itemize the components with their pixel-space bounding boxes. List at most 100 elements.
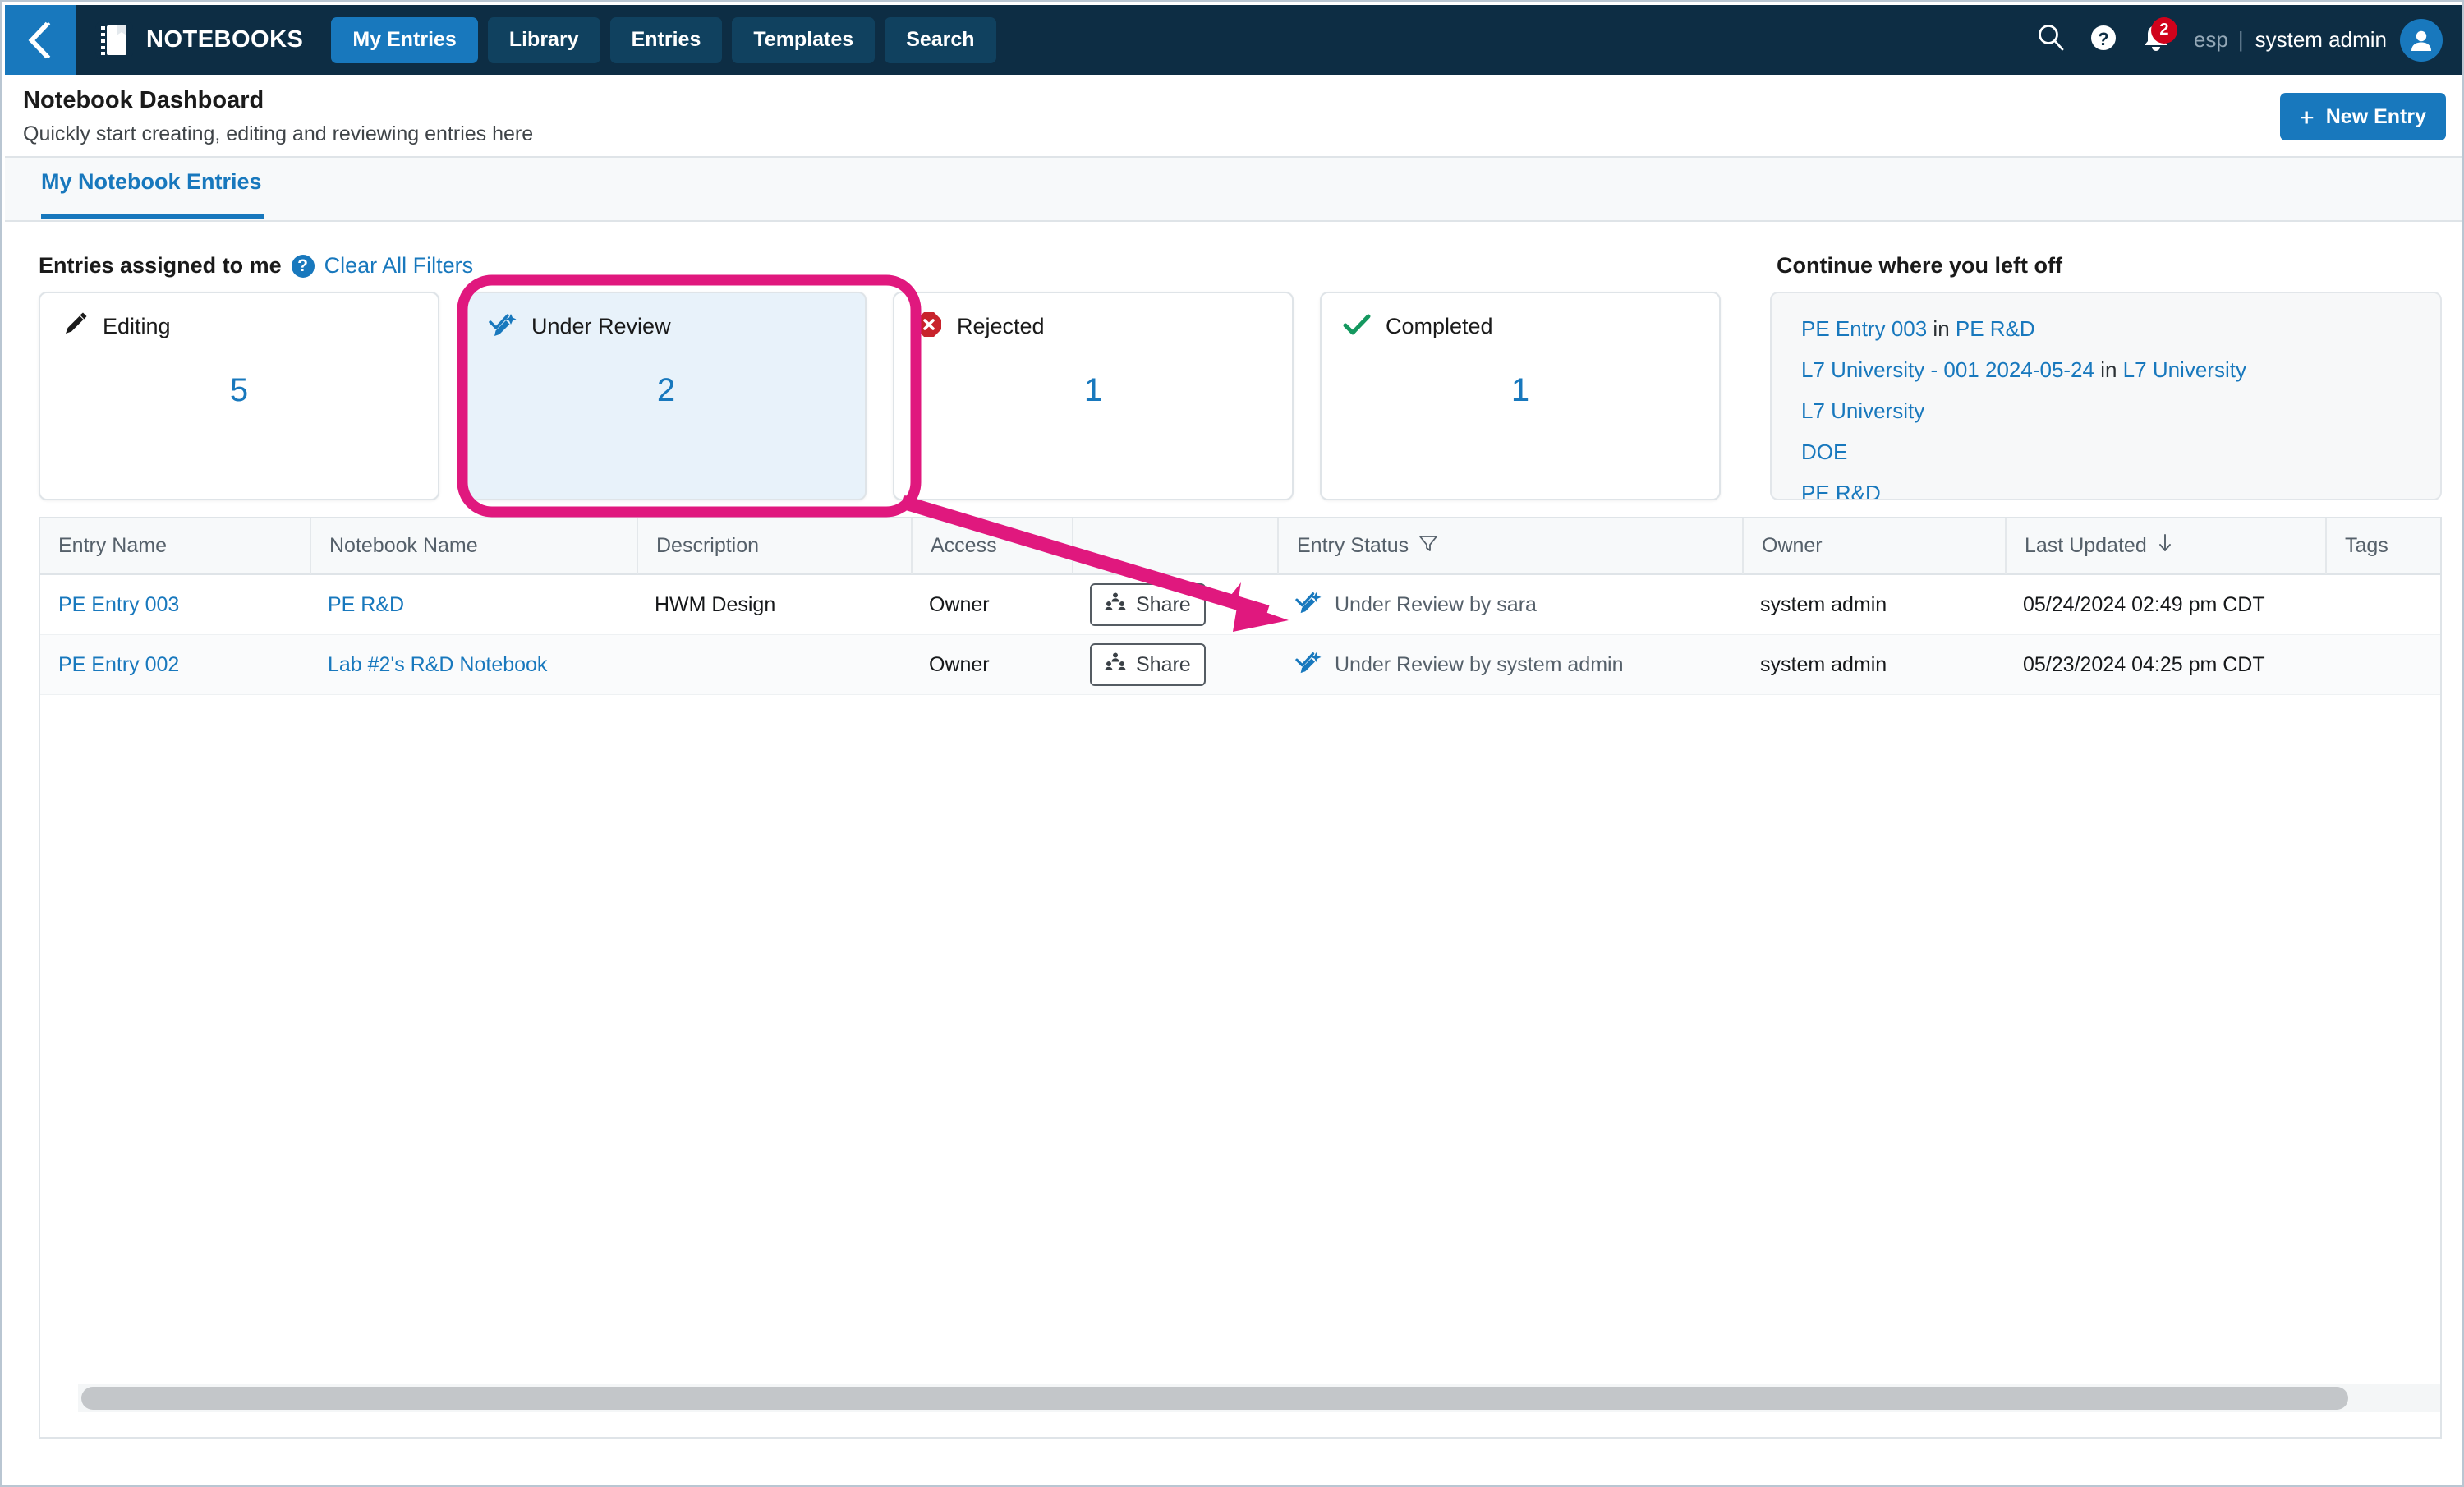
user-avatar-icon[interactable] [2400,18,2443,62]
collapse-sidebar-button[interactable] [5,5,76,75]
continue-item[interactable]: L7 University [1801,398,1924,424]
cell-owner: system admin [1760,652,1887,676]
status-cell-content: Under Review by system admin [1295,650,1624,680]
column-header-notebook-name[interactable]: Notebook Name [310,518,637,574]
cell-entry-name[interactable]: PE Entry 002 [40,635,310,695]
filters-label: Entries assigned to me [39,253,282,278]
column-header-entry-status-label: Entry Status [1297,534,1409,557]
column-header-description[interactable]: Description [637,518,911,574]
column-header-tags[interactable]: Tags [2325,518,2440,574]
status-card-count: 1 [1083,372,1103,408]
status-card-count: 2 [656,372,676,408]
chevron-double-left-icon [22,19,58,62]
column-header-last-updated-label: Last Updated [2025,534,2147,557]
column-header-owner[interactable]: Owner [1742,518,2005,574]
share-button-label: Share [1136,652,1191,676]
new-entry-button[interactable]: + New Entry [2279,93,2446,140]
status-card-completed[interactable]: Completed 1 [1320,292,1721,500]
cell-entry-name[interactable]: PE Entry 003 [40,575,310,635]
review-check-pencil-icon [1295,590,1322,620]
horizontal-scrollbar[interactable] [78,1384,2440,1412]
share-people-icon [1105,592,1126,619]
status-card-count: 1 [1510,372,1530,408]
filters-label-row: Entries assigned to me ? Clear All Filte… [39,253,473,279]
review-check-pencil-icon [1295,650,1322,680]
continue-item[interactable]: L7 University - 001 2024-05-24 in L7 Uni… [1801,357,2246,383]
help-button[interactable]: ? [2077,14,2130,67]
cell-tags [2325,575,2440,635]
column-header-access[interactable]: Access [911,518,1072,574]
cell-entry-status: Under Review by sara [1277,575,1742,635]
status-text: Under Review by system admin [1335,652,1624,676]
status-card-header: Completed [1343,311,1493,342]
continue-item-primary[interactable]: L7 University - 001 2024-05-24 [1801,357,2094,382]
share-button[interactable]: Share [1090,583,1206,626]
nav-separator: | [2237,27,2244,52]
cell-entry-status: Under Review by system admin [1277,635,1742,695]
rejected-octagon-x-icon [916,311,942,342]
cell-tags [2325,635,2440,695]
notebook-icon [95,21,133,59]
column-header-entry-status[interactable]: Entry Status [1277,518,1742,574]
filter-funnel-icon[interactable] [1418,533,1438,559]
column-header-share [1072,518,1277,574]
nav-tab-library[interactable]: Library [487,16,600,63]
column-header-last-updated[interactable]: Last Updated [2005,518,2325,574]
status-card-label: Under Review [531,314,671,338]
nav-tab-templates[interactable]: Templates [732,16,876,63]
status-card-count: 5 [229,372,249,408]
entries-table: Entry Name Notebook Name Description Acc… [39,517,2442,1439]
search-button[interactable] [2025,14,2077,67]
nav-tab-entries[interactable]: Entries [609,16,723,63]
table-header-row: Entry Name Notebook Name Description Acc… [40,518,2440,575]
nav-tabs: My Entries Library Entries Templates Sea… [331,16,996,63]
table-row[interactable]: PE Entry 003 PE R&D HWM Design Owner Sha… [40,575,2440,635]
new-entry-label: New Entry [2325,104,2426,128]
filters-help-icon[interactable]: ? [291,254,315,278]
sort-down-arrow-icon[interactable] [2157,533,2173,559]
help-circle-icon: ? [2088,22,2119,58]
notifications-button[interactable]: 2 [2130,14,2182,67]
status-text: Under Review by sara [1335,592,1537,616]
horizontal-scrollbar-thumb[interactable] [81,1387,2348,1410]
nav-tab-search[interactable]: Search [885,16,996,63]
continue-item-joiner: in [2094,357,2123,382]
cell-notebook-name[interactable]: Lab #2's R&D Notebook [310,635,637,695]
cell-access: Owner [929,592,990,616]
svg-text:?: ? [2098,29,2108,49]
column-header-entry-name[interactable]: Entry Name [40,518,310,574]
status-filter-cards: Editing 5 Under Review 2 Rejected 1 Comp… [39,292,1721,500]
continue-item[interactable]: PE R&D [1801,481,1881,499]
cell-access: Owner [929,652,990,676]
status-card-label: Rejected [957,314,1045,338]
tab-my-notebook-entries[interactable]: My Notebook Entries [41,169,262,209]
status-card-editing[interactable]: Editing 5 [39,292,439,500]
continue-item-secondary[interactable]: L7 University [2123,357,2246,382]
page-header: Notebook Dashboard Quickly start creatin… [5,75,2462,158]
page-title: Notebook Dashboard [23,87,264,113]
clear-all-filters-link[interactable]: Clear All Filters [324,253,474,279]
cell-last-updated: 05/23/2024 04:25 pm CDT [2023,652,2265,676]
status-card-under-review[interactable]: Under Review 2 [466,292,867,500]
share-button[interactable]: Share [1090,643,1206,686]
language-switch[interactable]: esp [2194,27,2228,53]
continue-item-secondary[interactable]: PE R&D [1956,316,2035,341]
brand: NOTEBOOKS [95,21,303,59]
top-navigation-bar: NOTEBOOKS My Entries Library Entries Tem… [5,5,2462,75]
cell-description [637,635,911,695]
continue-panel: PE Entry 003 in PE R&D L7 University - 0… [1770,292,2442,500]
cell-description: HWM Design [655,592,776,616]
nav-tab-my-entries[interactable]: My Entries [331,16,478,63]
continue-item[interactable]: DOE [1801,440,1847,465]
review-check-pencil-icon [489,311,517,342]
table-row[interactable]: PE Entry 002 Lab #2's R&D Notebook Owner [40,635,2440,695]
cell-notebook-name[interactable]: PE R&D [310,575,637,635]
cell-share: Share [1072,575,1277,635]
status-card-rejected[interactable]: Rejected 1 [893,292,1294,500]
continue-item-primary[interactable]: PE Entry 003 [1801,316,1927,341]
content-tab-strip: My Notebook Entries [5,158,2462,222]
continue-item[interactable]: PE Entry 003 in PE R&D [1801,316,2035,342]
pencil-icon [62,311,88,342]
username-label[interactable]: system admin [2255,27,2387,53]
status-card-label: Completed [1386,314,1493,338]
